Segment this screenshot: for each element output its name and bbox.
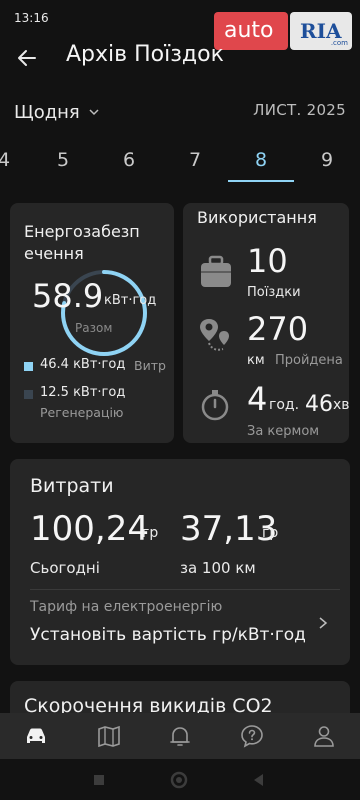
divider — [30, 589, 340, 590]
month-selector[interactable]: ЛИСТ. 2025 — [253, 101, 346, 119]
energy-title: Енергозабезп ечення — [24, 221, 140, 265]
distance-unit: км — [247, 353, 265, 368]
tariff-label: Тариф на електроенергію — [30, 599, 223, 615]
selected-day-indicator — [228, 180, 294, 182]
chevron-down-icon — [89, 109, 99, 116]
back-button[interactable] — [14, 45, 40, 71]
legend-regen-value: 12.5 кВт·год — [40, 385, 126, 400]
day-item[interactable]: 5 — [43, 149, 83, 171]
distance-value: 270 — [247, 310, 309, 348]
energy-total-label: Разом — [75, 321, 113, 335]
legend-regen-label: Регенерацію — [40, 405, 124, 420]
drive-time-minutes-unit: хв — [333, 397, 349, 413]
arrow-left-icon — [18, 50, 36, 66]
day-item[interactable]: 9 — [307, 149, 347, 171]
bell-icon[interactable] — [165, 721, 195, 751]
period-label: Щодня — [14, 101, 80, 123]
home-icon[interactable] — [170, 771, 188, 789]
cost-today-unit: гр — [142, 525, 159, 541]
legend-consumed-label: Витр — [134, 358, 166, 373]
legend-swatch-consumed — [24, 362, 33, 371]
costs-card: Витрати 100,24 гр Сьогодні 37,13 гр за 1… — [10, 459, 350, 665]
cost-today-value: 100,24 — [30, 509, 149, 549]
stopwatch-icon — [201, 390, 229, 421]
energy-title-line1: Енергозабезп — [24, 222, 140, 241]
drive-time-label: За кермом — [247, 424, 320, 439]
cost-per100-unit: гр — [262, 525, 279, 541]
briefcase-icon — [201, 255, 231, 287]
costs-title: Витрати — [30, 475, 114, 497]
day-item[interactable]: 4 — [0, 149, 24, 171]
trips-value: 10 — [247, 242, 288, 280]
recents-icon[interactable] — [90, 771, 108, 789]
chevron-right-icon[interactable] — [316, 616, 330, 630]
legend-swatch-regen — [24, 390, 33, 399]
car-icon[interactable] — [21, 721, 51, 751]
back-nav-icon[interactable] — [250, 771, 268, 789]
usage-title: Використання — [197, 208, 317, 227]
drive-time-minutes: 46 — [305, 392, 333, 417]
map-route-icon — [200, 319, 229, 351]
energy-card[interactable]: Енергозабезп ечення 58.9 кВт·год Разом 4… — [10, 203, 174, 443]
profile-icon[interactable] — [309, 721, 339, 751]
help-icon[interactable] — [237, 721, 267, 751]
energy-title-line2: ечення — [24, 244, 84, 263]
drive-time-hours-unit: год. — [269, 397, 300, 413]
day-item[interactable]: 6 — [109, 149, 149, 171]
distance-label: Пройдена — [275, 353, 343, 368]
cost-today-label: Сьогодні — [30, 559, 100, 577]
cost-per100-label: за 100 км — [180, 559, 256, 577]
tariff-set-link[interactable]: Установіть вартість гр/кВт·год — [30, 625, 306, 645]
bottom-navigation — [0, 713, 360, 759]
page-title: Архів Поїздок — [66, 42, 224, 67]
app-bar: Архів Поїздок — [0, 38, 360, 78]
system-navigation-bar — [0, 759, 360, 800]
legend-consumed-value: 46.4 кВт·год — [40, 357, 126, 372]
energy-total-value: 58.9 — [32, 277, 104, 315]
energy-total-unit: кВт·год — [104, 293, 157, 308]
day-item[interactable]: 7 — [175, 149, 215, 171]
day-strip: 4 5 6 7 8 9 — [0, 146, 360, 186]
usage-card[interactable]: Використання 10 Поїздки 270 км Пройдена … — [183, 203, 349, 443]
period-dropdown[interactable]: Щодня — [14, 98, 100, 126]
day-item-selected[interactable]: 8 — [241, 149, 281, 171]
period-row: Щодня ЛИСТ. 2025 — [0, 98, 360, 126]
trips-label: Поїздки — [247, 285, 301, 300]
map-icon[interactable] — [94, 721, 124, 751]
drive-time-hours: 4 — [247, 380, 268, 418]
status-time: 13:16 — [14, 11, 49, 25]
